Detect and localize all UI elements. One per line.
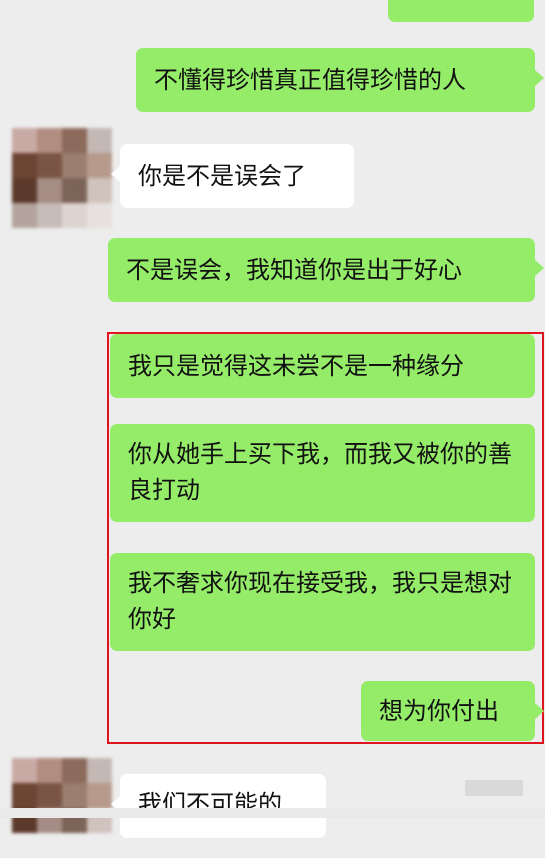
message-bubble-self: 想为你付出 [361,681,544,741]
scroll-indicator[interactable] [465,780,523,796]
message-text: 不是误会，我知道你是出于好心 [126,256,462,284]
message-text: 你是不是误会了 [138,162,306,190]
message-bubble-other: 你是不是误会了 [111,144,354,208]
message-bubble-self: 不懂得珍惜真正值得珍惜的人 [136,48,544,112]
message-text: 不懂得珍惜真正值得珍惜的人 [154,66,466,94]
message-text: 我不奢求你现在接受我，我只是想对你好 [128,569,512,633]
message-bubble-self: 你从她手上买下我，而我又被你的善良打动 [110,424,535,522]
chat-screen: { "chat": { "messages": [ {"sender": "se… [0,0,545,838]
bottom-edge [0,808,545,818]
message-text: 我只是觉得这未尝不是一种缘分 [128,352,464,380]
message-text: 你从她手上买下我，而我又被你的善良打动 [128,440,512,504]
message-bubble-self: 我只是觉得这未尝不是一种缘分 [110,334,535,398]
message-text: 想为你付出 [379,697,499,725]
message-bubble-self: 我不奢求你现在接受我，我只是想对你好 [110,553,535,651]
message-bubble-self: 不是误会，我知道你是出于好心 [108,238,544,302]
contact-avatar[interactable] [12,128,112,228]
message-bubble-other: 我们不可能的 [111,774,326,838]
message-bubble-cut-top [388,0,534,22]
